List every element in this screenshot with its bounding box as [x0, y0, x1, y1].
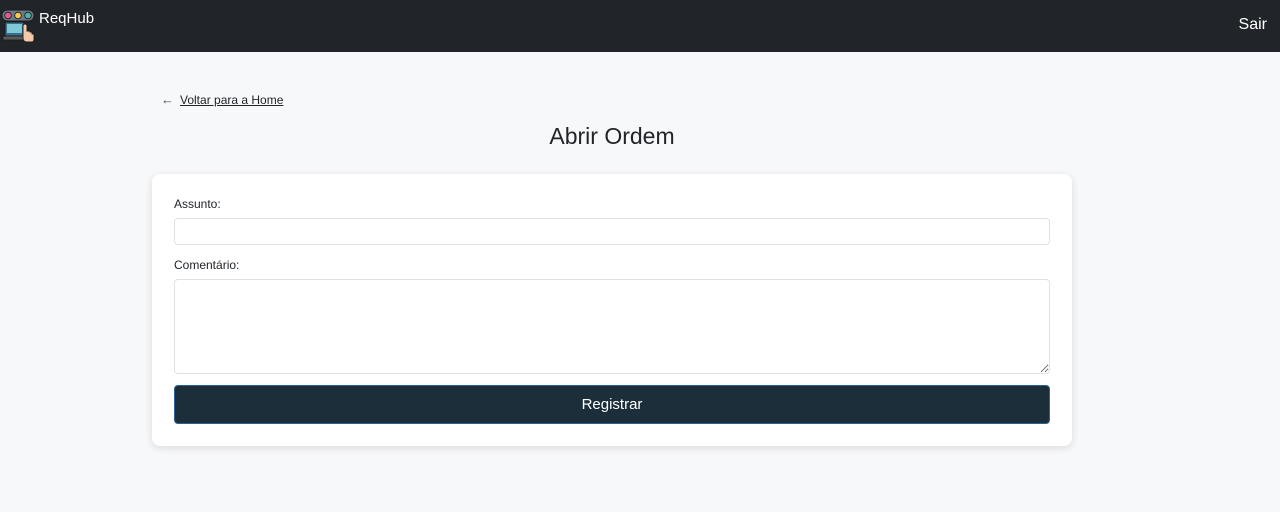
brand-name: ReqHub	[39, 10, 95, 27]
register-button[interactable]: Registrar	[174, 385, 1050, 424]
comment-textarea[interactable]	[174, 279, 1050, 374]
arrow-left-icon: ←	[161, 92, 174, 107]
subject-input[interactable]	[174, 218, 1050, 245]
exit-link[interactable]: Sair	[1239, 16, 1267, 34]
robot-logo-icon	[1, 9, 35, 43]
subject-label: Assunto:	[174, 197, 221, 211]
brand-link[interactable]: ReqHub	[0, 0, 94, 44]
back-link-label: Voltar para a Home	[180, 92, 284, 107]
back-to-home-link[interactable]: ← Voltar para a Home	[161, 92, 283, 107]
page-title: Abrir Ordem	[549, 123, 675, 149]
open-order-form-card: Assunto: Comentário: Registrar	[152, 174, 1072, 446]
top-navbar: ReqHub Sair	[0, 0, 1280, 52]
comment-label: Comentário:	[174, 258, 240, 272]
